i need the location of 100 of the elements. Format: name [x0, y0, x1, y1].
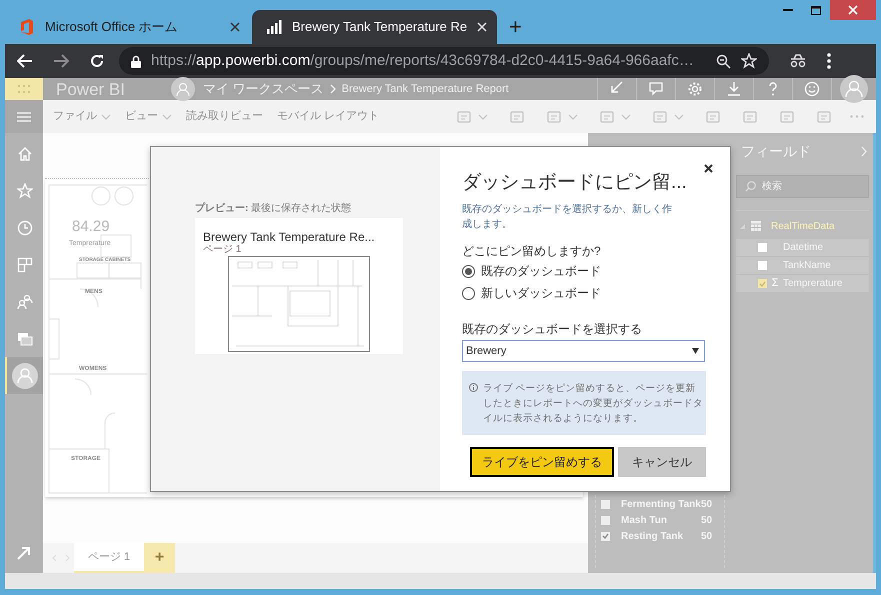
field-type-symbol: Σ	[770, 276, 780, 292]
field-checkbox[interactable]	[758, 279, 767, 288]
tab-title: Microsoft Office ホーム	[45, 18, 179, 36]
page-tab[interactable]: ページ 1	[74, 543, 144, 573]
pin-question: どこにピン留めしますか?	[462, 243, 602, 260]
chevron-down-icon	[568, 114, 578, 120]
filter-item-label[interactable]: Fermenting Tank	[621, 496, 701, 512]
radio-option[interactable]: 新しいダッシュボード	[462, 282, 706, 304]
radio-button[interactable]	[462, 286, 475, 300]
field-checkbox[interactable]	[758, 243, 767, 252]
reload-icon[interactable]	[89, 53, 105, 69]
close-icon[interactable]	[230, 22, 240, 32]
pin-live-button[interactable]: ライブをピン留めする	[470, 447, 614, 477]
app-launcher-button[interactable]	[5, 78, 43, 100]
avatar-icon	[12, 362, 38, 388]
check-icon	[602, 533, 609, 539]
menu-item[interactable]: ファイル	[53, 108, 111, 125]
office-logo-icon	[19, 19, 35, 35]
search-field[interactable]: 検索	[736, 175, 869, 198]
field-checkbox[interactable]	[758, 261, 767, 270]
expand-triangle-icon[interactable]	[740, 224, 745, 228]
nav-item[interactable]	[5, 357, 43, 394]
close-icon	[848, 5, 858, 15]
apps-icon	[17, 256, 33, 272]
scroll-right-icon[interactable]	[65, 554, 70, 562]
workspaces-icon	[17, 330, 33, 346]
preview-title: Brewery Tank Temperature Re...	[203, 230, 376, 244]
back-arrow-icon[interactable]	[17, 54, 33, 68]
preview-label: プレビュー: 最後に保存された状態	[195, 201, 352, 216]
menu-icon[interactable]	[827, 53, 831, 69]
filter-checkbox[interactable]	[601, 500, 610, 508]
hamburger-button[interactable]	[5, 100, 43, 133]
download-icon	[726, 81, 742, 97]
grid-icon	[18, 85, 30, 93]
search-placeholder: 検索	[762, 180, 782, 194]
panel-title: フィールド	[741, 142, 812, 160]
scroll-left-icon[interactable]	[52, 554, 57, 562]
user-avatar-icon[interactable]	[840, 75, 868, 103]
add-page-button[interactable]: +	[144, 543, 175, 573]
radio-option[interactable]: 既存のダッシュボード	[462, 260, 706, 282]
menu-item[interactable]: 読み取りビュー	[186, 108, 263, 125]
chevron-down-icon	[162, 114, 172, 120]
forward-arrow-icon[interactable]	[53, 54, 69, 68]
comment-icon	[648, 81, 664, 97]
extension-icon[interactable]	[789, 54, 807, 68]
radio-button[interactable]	[462, 264, 475, 278]
preview-page-label: ページ 1	[203, 244, 242, 255]
browser-tab[interactable]: Brewery Tank Temperature Re	[252, 10, 497, 44]
info-icon	[469, 383, 478, 392]
filter-count: 50	[701, 530, 712, 544]
zoom-icon[interactable]	[716, 54, 731, 68]
search-icon	[745, 181, 756, 192]
star-icon	[17, 182, 33, 198]
people-icon	[17, 294, 33, 310]
filter-count: 50	[701, 498, 712, 512]
close-icon[interactable]	[704, 164, 713, 173]
filter-item-label[interactable]: Resting Tank	[621, 528, 701, 544]
filter-count: 50	[701, 514, 712, 528]
info-text: ライブ ページをピン留めすると、ページを更新したときにレポートへの変更がダッシュボードタイルに表示されるようになります。	[483, 382, 703, 426]
dropdown-arrow-icon	[692, 348, 699, 354]
brand-name: Power BI	[56, 80, 125, 98]
gear-icon	[687, 81, 703, 97]
chevron-down-icon	[478, 114, 488, 120]
chevron-right-icon[interactable]	[861, 146, 867, 156]
tab-title: Brewery Tank Temperature Re	[292, 18, 467, 36]
expand-arrow-icon[interactable]	[17, 546, 31, 560]
lock-icon	[131, 54, 141, 68]
menu-icon	[17, 112, 31, 122]
address-field[interactable]: https://app.powerbi.com/groups/me/reports/43c69784-d2c0-4415-9a64-966aafc…	[119, 47, 769, 75]
select-label: 既存のダッシュボードを選択する	[462, 321, 643, 338]
browser-tab[interactable]: Microsoft Office ホーム	[5, 10, 250, 44]
chevron-down-icon	[101, 114, 111, 120]
breadcrumb-link[interactable]: マイ ワークスペース	[202, 79, 324, 99]
filter-item-label[interactable]: Mash Tun	[621, 512, 701, 528]
bar-chart-icon	[266, 19, 282, 35]
more-icon[interactable]	[850, 115, 864, 118]
maximize-icon	[811, 6, 821, 14]
check-icon	[759, 280, 766, 286]
clock-icon	[17, 220, 33, 236]
chevron-down-icon	[621, 114, 631, 120]
dialog-title: ダッシュボードにピン留...	[462, 171, 688, 195]
filter-checkbox[interactable]	[601, 516, 610, 524]
minimize-icon	[783, 9, 793, 11]
dialog-subtitle: 既存のダッシュボードを選択するか、新しく作成します。	[462, 202, 673, 232]
menu-item[interactable]: ビュー	[125, 108, 172, 125]
table-name[interactable]: RealTimeData	[771, 218, 835, 234]
window-close-button[interactable]	[830, 0, 876, 20]
workspace-avatar-icon	[170, 77, 195, 101]
new-tab-button[interactable]: +	[499, 10, 532, 44]
cancel-button[interactable]: キャンセル	[618, 447, 706, 477]
star-icon[interactable]	[741, 53, 757, 69]
table-icon	[751, 221, 761, 231]
report-name: Brewery Tank Temperature Report	[342, 82, 509, 97]
chevron-right-icon	[330, 84, 336, 94]
smiley-icon	[804, 81, 820, 97]
url-text: https://app.powerbi.com/groups/me/reports/43c69784-d2c0-4415-9a64-966aafc…	[151, 50, 695, 71]
filter-checkbox[interactable]	[601, 532, 610, 540]
menu-item[interactable]: モバイル レイアウト	[277, 108, 380, 125]
dashboard-select[interactable]: Brewery	[462, 340, 705, 362]
card-value: 84.29	[72, 218, 110, 235]
